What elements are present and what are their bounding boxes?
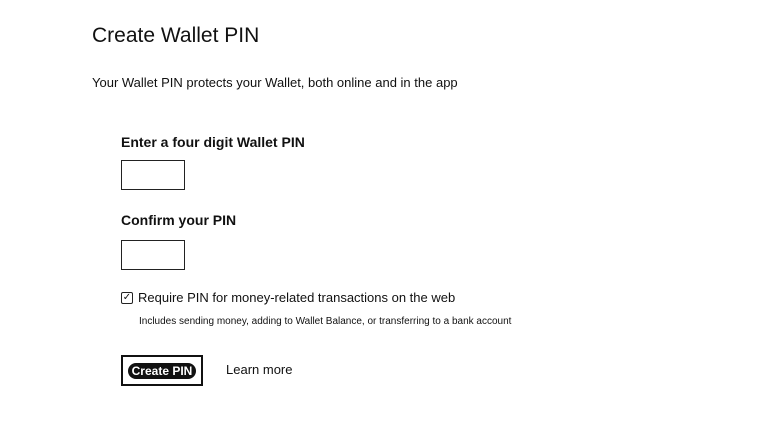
page-description: Your Wallet PIN protects your Wallet, bo… — [92, 75, 458, 90]
pin-input[interactable] — [121, 160, 185, 190]
page-title: Create Wallet PIN — [92, 24, 260, 47]
create-pin-button-label: Create PIN — [127, 362, 197, 379]
pin-field-label: Enter a four digit Wallet PIN — [121, 134, 305, 150]
require-pin-option: ✓ Require PIN for money-related transact… — [121, 290, 455, 305]
confirm-pin-field-label: Confirm your PIN — [121, 212, 237, 228]
create-pin-button[interactable]: Create PIN — [121, 355, 203, 386]
checkmark-icon: ✓ — [122, 291, 132, 303]
require-pin-checkbox[interactable]: ✓ — [121, 291, 133, 304]
require-pin-label[interactable]: Require PIN for money-related transactio… — [138, 290, 455, 305]
confirm-pin-input[interactable] — [121, 240, 185, 270]
require-pin-help-text: Includes sending money, adding to Wallet… — [139, 316, 512, 327]
learn-more-link[interactable]: Learn more — [226, 362, 292, 377]
